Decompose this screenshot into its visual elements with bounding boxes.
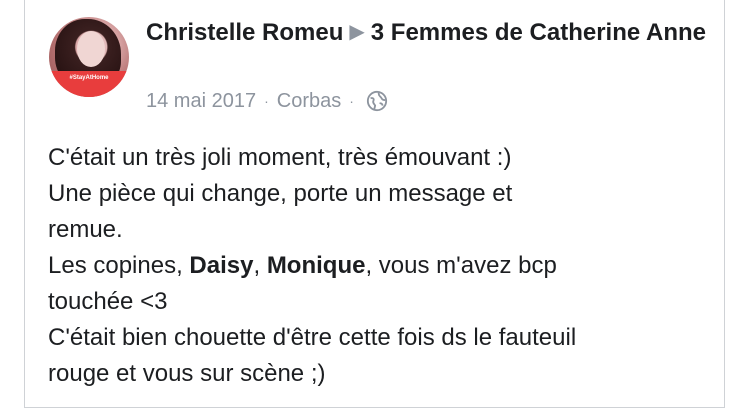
post-line: remue. [48, 216, 123, 243]
post-body: C'était un très joli moment, très émouva… [48, 140, 718, 392]
mention-daisy[interactable]: Daisy [189, 252, 253, 279]
line-text: Les copines, [48, 252, 190, 279]
avatar-banner-text: #StayAtHome [69, 75, 109, 81]
post-line: rouge et vous sur scène ;) [48, 360, 326, 387]
post-line: Les copines, Daisy, Monique, vous m'avez… [48, 248, 718, 284]
post-meta: 14 mai 2017 · Corbas · [146, 88, 388, 114]
target-name[interactable]: 3 Femmes de Catherine Anne [371, 19, 706, 46]
avatar[interactable]: #StayAtHome [49, 17, 129, 97]
post-line: C'était un très joli moment, très émouva… [48, 144, 512, 171]
post-line: C'était bien chouette d'être cette fois … [48, 324, 577, 351]
arrow-right-icon: ▶ [349, 21, 365, 43]
post-line: Une pièce qui change, porte un message e… [48, 180, 513, 207]
mention-monique[interactable]: Monique [267, 252, 366, 279]
line-text: , vous m'avez bcp [365, 252, 557, 279]
author-name[interactable]: Christelle Romeu [146, 19, 343, 46]
avatar-face [77, 31, 105, 67]
meta-separator: · [264, 93, 269, 109]
post-line: touchée <3 [48, 288, 168, 315]
post-title: Christelle Romeu ▶ 3 Femmes de Catherine A… [146, 16, 706, 51]
post-card: #StayAtHome Christelle Romeu ▶ 3 Femmes de… [24, 0, 725, 408]
post-location[interactable]: Corbas [277, 88, 341, 114]
line-text: , [253, 252, 267, 279]
post-header: Christelle Romeu ▶ 3 Femmes de Catherine A… [146, 16, 706, 51]
globe-icon[interactable] [366, 90, 388, 112]
meta-separator: · [349, 93, 354, 109]
post-date[interactable]: 14 mai 2017 [146, 88, 256, 114]
